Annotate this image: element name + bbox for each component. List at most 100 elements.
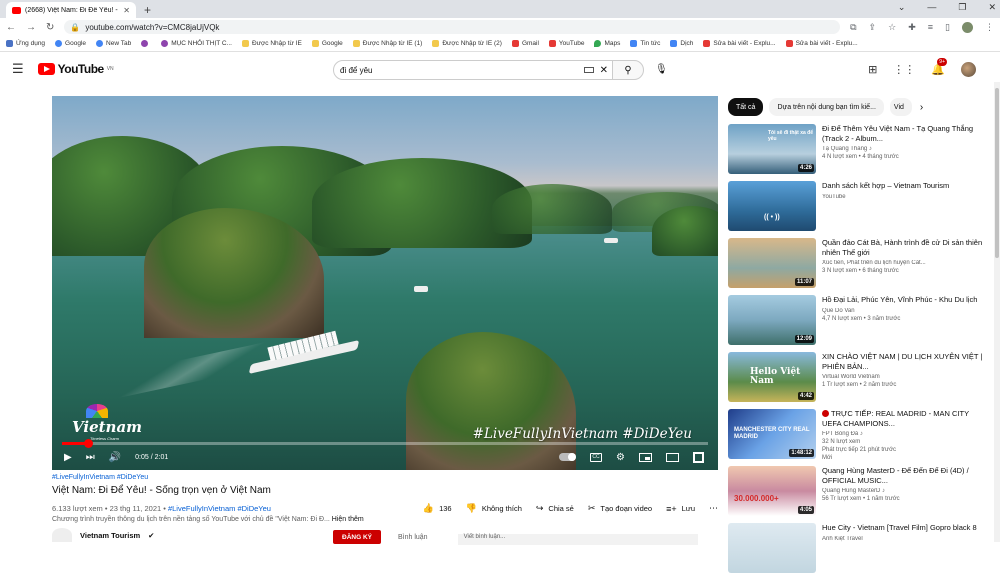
bookmark-translate[interactable]: Dịch bbox=[670, 40, 693, 47]
recommendation-item[interactable]: Hue City - Vietnam [Travel Film] Gopro b… bbox=[728, 523, 990, 580]
keyboard-icon[interactable] bbox=[583, 67, 594, 73]
rec-channel[interactable]: Tạ Quang Thắng ♪ bbox=[822, 146, 990, 152]
bookmark-google-2[interactable]: Google bbox=[311, 40, 343, 47]
rec-title[interactable]: Danh sách kết hợp – Vietnam Tourism bbox=[822, 181, 990, 191]
play-icon[interactable]: ▶ bbox=[64, 452, 72, 463]
bookmark-youtube[interactable]: YouTube bbox=[548, 40, 584, 47]
subtitles-icon[interactable]: CC bbox=[590, 452, 603, 462]
bookmark-apps[interactable]: Ứng dụng bbox=[6, 40, 45, 47]
recommendation-item[interactable]: 30.000.000+ 4:05 Quang Hùng MasterD - Để… bbox=[728, 466, 990, 523]
minimize-icon[interactable]: — bbox=[927, 2, 936, 13]
reload-icon[interactable]: ↻ bbox=[46, 22, 54, 33]
progress-knob[interactable] bbox=[83, 439, 93, 448]
recommendation-item[interactable]: Hello Việt Nam 4:42 XIN CHÀO VIỆT NAM | … bbox=[728, 352, 990, 409]
maximize-icon[interactable]: ❐ bbox=[958, 2, 966, 13]
theater-mode-icon[interactable] bbox=[666, 452, 679, 462]
chip-all[interactable]: Tất cả bbox=[728, 98, 764, 116]
search-input[interactable]: đi để yêu ✕ bbox=[333, 60, 613, 80]
extensions-icon[interactable]: ✚ bbox=[908, 22, 916, 33]
open-in-app-icon[interactable]: ⧉ bbox=[850, 22, 856, 33]
video-thumbnail[interactable]: Tôi sẽ đi thật xa để yêu 4:26 bbox=[728, 124, 816, 174]
video-thumbnail[interactable]: (( • )) bbox=[728, 181, 816, 231]
meta-hashtags[interactable]: #LiveFullyInVietnam #DiDeYeu bbox=[168, 504, 271, 513]
rec-channel[interactable]: Xúc tiến, Phát triển du lịch huyện Cát..… bbox=[822, 260, 990, 266]
rec-channel[interactable]: Quang Hùng MasterD ♪ bbox=[822, 488, 990, 494]
fullscreen-icon[interactable] bbox=[693, 451, 704, 463]
video-thumbnail[interactable]: 12:09 bbox=[728, 295, 816, 345]
more-actions-button[interactable]: ⋯ bbox=[709, 503, 718, 514]
video-thumbnail[interactable]: 11:07 bbox=[728, 238, 816, 288]
recommendation-item[interactable]: Tôi sẽ đi thật xa để yêu 4:26 Đi Để Thêm… bbox=[728, 124, 990, 181]
youtube-logo[interactable]: YouTube VN bbox=[37, 62, 114, 76]
chip-based-on-search[interactable]: Dựa trên nội dung bạn tìm kiế... bbox=[769, 98, 884, 116]
bookmark-google[interactable]: Google bbox=[55, 40, 86, 47]
save-button[interactable]: ≡+ Lưu bbox=[666, 504, 695, 514]
rec-title[interactable]: Đi Để Thêm Yêu Việt Nam - Tạ Quang Thắng… bbox=[822, 124, 990, 143]
clear-search-icon[interactable]: ✕ bbox=[600, 65, 608, 76]
browser-tab[interactable]: (2668) Việt Nam: Đi Để Yêu! - Số... ✕ bbox=[6, 2, 136, 18]
bookmark-muc[interactable]: MỤC NHỎI THỊT C... bbox=[161, 40, 232, 47]
autoplay-toggle[interactable] bbox=[559, 453, 577, 461]
share-icon[interactable]: ⇪ bbox=[869, 22, 877, 33]
recommendation-item[interactable]: (( • )) Danh sách kết hợp – Vietnam Tour… bbox=[728, 181, 990, 238]
dislike-button[interactable]: 👎 Không thích bbox=[466, 503, 522, 514]
chevron-right-icon[interactable]: › bbox=[920, 102, 923, 113]
bookmark-news[interactable]: Tin tức bbox=[630, 40, 660, 47]
create-video-icon[interactable]: ⊞ bbox=[868, 63, 877, 76]
recommendation-item[interactable]: 11:07 Quần đảo Cát Bà, Hành trình đề cử … bbox=[728, 238, 990, 295]
bookmark-edit-1[interactable]: Sửa bài viết - Explu... bbox=[703, 40, 776, 47]
forward-icon[interactable]: → bbox=[26, 22, 36, 33]
apps-grid-icon[interactable]: ⋮⋮ bbox=[893, 63, 915, 76]
channel-avatar[interactable] bbox=[52, 528, 72, 542]
reading-list-icon[interactable]: ≡ bbox=[928, 22, 933, 32]
bookmark-ext[interactable] bbox=[141, 40, 151, 47]
video-thumbnail[interactable]: 30.000.000+ 4:05 bbox=[728, 466, 816, 516]
rec-channel[interactable]: Virtual World Vietnam bbox=[822, 374, 990, 380]
video-hashtags[interactable]: #LiveFullyInVietnam #DiDeYeu bbox=[52, 474, 718, 481]
close-tab-icon[interactable]: ✕ bbox=[123, 6, 130, 15]
bookmark-ie-2[interactable]: Được Nhập từ IE (2) bbox=[432, 40, 502, 47]
bookmark-gmail[interactable]: Gmail bbox=[511, 40, 539, 47]
show-more-link[interactable]: Hiện thêm bbox=[332, 516, 364, 523]
volume-icon[interactable]: 🔊 bbox=[109, 452, 121, 463]
menu-icon[interactable]: ⋮ bbox=[985, 22, 994, 33]
rec-title[interactable]: TRỰC TIẾP: REAL MADRID - MAN CITY UEFA C… bbox=[822, 409, 990, 428]
video-thumbnail[interactable] bbox=[728, 523, 816, 573]
clip-button[interactable]: ✂ Tạo đoạn video bbox=[588, 503, 652, 514]
chip-videos[interactable]: Vid bbox=[889, 98, 912, 116]
profile-avatar[interactable] bbox=[962, 21, 973, 33]
comment-input[interactable]: Viết bình luận... bbox=[457, 534, 698, 545]
microphone-icon[interactable]: 🎙 bbox=[655, 64, 668, 75]
rec-channel[interactable]: YouTube bbox=[822, 194, 990, 200]
hamburger-menu-icon[interactable]: ☰ bbox=[12, 61, 24, 77]
page-scrollbar[interactable] bbox=[994, 82, 1000, 542]
rec-title[interactable]: Quần đảo Cát Bà, Hành trình đề cử Di sản… bbox=[822, 238, 990, 257]
close-window-icon[interactable]: ✕ bbox=[988, 2, 996, 13]
scrollbar-thumb[interactable] bbox=[995, 88, 999, 258]
back-icon[interactable]: ← bbox=[6, 22, 16, 33]
next-icon[interactable]: ⏭ bbox=[86, 452, 95, 463]
progress-bar[interactable] bbox=[62, 439, 708, 448]
settings-gear-icon[interactable]: ⚙ bbox=[616, 452, 625, 463]
rec-channel[interactable]: Anh Kiệt Travel bbox=[822, 536, 990, 542]
account-avatar[interactable] bbox=[961, 62, 976, 77]
address-bar[interactable]: 🔒 youtube.com/watch?v=CMC8jaUjVQk bbox=[64, 20, 841, 34]
new-tab-button[interactable]: + bbox=[144, 2, 151, 18]
recommendation-item[interactable]: 12:09 Hồ Đại Lải, Phúc Yên, Vĩnh Phúc - … bbox=[728, 295, 990, 352]
channel-name[interactable]: Vietnam Tourism bbox=[80, 531, 140, 540]
video-player[interactable]: Vietnam Timeless Charm #LiveFullyInVietn… bbox=[52, 96, 718, 470]
tab-search-icon[interactable]: ⌄ bbox=[898, 2, 906, 13]
bookmark-newtab[interactable]: New Tab bbox=[96, 40, 131, 47]
rec-title[interactable]: Hue City - Vietnam [Travel Film] Gopro b… bbox=[822, 523, 990, 533]
rec-title[interactable]: XIN CHÀO VIỆT NAM | DU LỊCH XUYÊN VIỆT |… bbox=[822, 352, 990, 371]
notifications-button[interactable]: 🔔 9+ bbox=[931, 58, 947, 76]
video-thumbnail[interactable]: MANCHESTER CITY REAL MADRID 1:48:12 bbox=[728, 409, 816, 459]
bookmark-edit-2[interactable]: Sửa bài viết - Explu... bbox=[785, 40, 858, 47]
video-thumbnail[interactable]: Hello Việt Nam 4:42 bbox=[728, 352, 816, 402]
rec-channel[interactable]: Que Do Van bbox=[822, 308, 990, 314]
recommendation-item[interactable]: MANCHESTER CITY REAL MADRID 1:48:12 TRỰC… bbox=[728, 409, 990, 466]
bookmark-maps[interactable]: Maps bbox=[594, 40, 620, 47]
rec-title[interactable]: Hồ Đại Lải, Phúc Yên, Vĩnh Phúc - Khu Du… bbox=[822, 295, 990, 305]
share-button[interactable]: ↪ Chia sẻ bbox=[536, 503, 574, 514]
bookmark-ie[interactable]: Được Nhập từ IE bbox=[241, 40, 302, 47]
